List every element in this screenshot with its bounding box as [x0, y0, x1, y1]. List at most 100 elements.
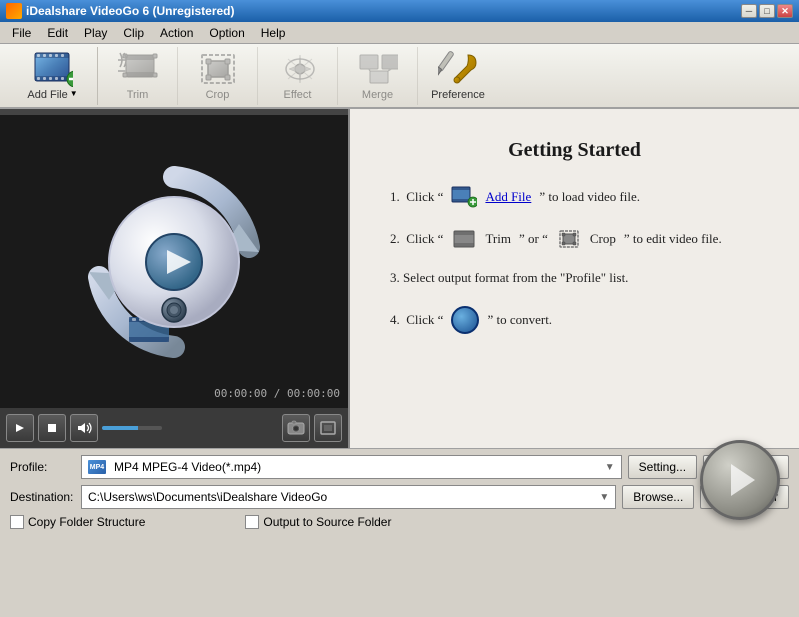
- getting-started-panel: Getting Started 1. Click “ Add File ”: [350, 109, 799, 448]
- profile-label: Profile:: [10, 460, 75, 474]
- time-display: 00:00:00 / 00:00:00: [214, 387, 340, 400]
- preference-icon: [438, 51, 478, 87]
- mp4-icon: MP4: [88, 460, 106, 474]
- step2-text-pre: 2. Click “: [390, 231, 443, 247]
- crop-label: Crop: [206, 89, 230, 101]
- fullscreen-button[interactable]: [314, 414, 342, 442]
- menu-action[interactable]: Action: [152, 24, 201, 42]
- checkboxes-row: Copy Folder Structure Output to Source F…: [10, 515, 789, 529]
- preference-icon-area: [438, 51, 478, 87]
- effect-icon-area: [278, 51, 318, 87]
- snapshot-button[interactable]: [282, 414, 310, 442]
- profile-row: Profile: MP4 MP4 MPEG-4 Video(*.mp4) ▼ S…: [10, 455, 789, 479]
- maximize-button[interactable]: □: [759, 4, 775, 18]
- minimize-button[interactable]: ─: [741, 4, 757, 18]
- toolbar: Add File ▼: [0, 44, 799, 109]
- close-button[interactable]: ✕: [777, 4, 793, 18]
- copy-folder-checkbox-item: Copy Folder Structure: [10, 515, 145, 529]
- controls-bar: [0, 408, 348, 448]
- profile-value: MP4 MPEG-4 Video(*.mp4): [114, 460, 261, 474]
- play-button[interactable]: [6, 414, 34, 442]
- step4-text-pre: 4. Click “: [390, 312, 443, 328]
- step2-crop-icon: [556, 228, 582, 250]
- effect-label: Effect: [284, 89, 312, 101]
- step2-trim-icon: [451, 228, 477, 250]
- step3-text: 3. Select output format from the "Profil…: [390, 270, 628, 286]
- video-preview: 00:00:00 / 00:00:00: [0, 109, 350, 448]
- output-to-source-label: Output to Source Folder: [263, 515, 391, 529]
- step1-add-file-link[interactable]: Add File: [485, 189, 531, 205]
- browse-button[interactable]: Browse...: [622, 485, 694, 509]
- step1-text-post: ” to load video file.: [539, 189, 640, 205]
- bottom-wrapper: Profile: MP4 MP4 MPEG-4 Video(*.mp4) ▼ S…: [0, 449, 799, 535]
- trim-small-icon: [452, 229, 476, 249]
- merge-label: Merge: [362, 89, 393, 101]
- menu-help[interactable]: Help: [253, 24, 294, 42]
- profile-dropdown-arrow-icon: ▼: [605, 462, 615, 473]
- menu-play[interactable]: Play: [76, 24, 115, 42]
- output-to-source-checkbox[interactable]: [245, 515, 259, 529]
- add-file-icon: [33, 51, 73, 87]
- preference-button[interactable]: Preference: [418, 47, 498, 105]
- step-3: 3. Select output format from the "Profil…: [390, 270, 759, 286]
- merge-button[interactable]: Merge: [338, 47, 418, 105]
- preference-label: Preference: [431, 89, 485, 101]
- play-icon: [14, 422, 26, 434]
- step-4: 4. Click “ ” to convert.: [390, 306, 759, 334]
- title-bar-left: iDealshare VideoGo 6 (Unregistered): [6, 3, 235, 19]
- stop-button[interactable]: [38, 414, 66, 442]
- menu-clip[interactable]: Clip: [115, 24, 152, 42]
- step-2: 2. Click “ Trim ” or “: [390, 228, 759, 250]
- snapshot-icon: [287, 420, 305, 436]
- copy-folder-checkbox[interactable]: [10, 515, 24, 529]
- profile-select[interactable]: MP4 MP4 MPEG-4 Video(*.mp4) ▼: [81, 455, 622, 479]
- step1-icon: [451, 186, 477, 208]
- title-bar-controls: ─ □ ✕: [741, 4, 793, 18]
- fullscreen-icon: [320, 421, 336, 435]
- crop-icon-area: [198, 51, 238, 87]
- volume-button[interactable]: [70, 414, 98, 442]
- step2-mid-text: ” or “: [519, 231, 548, 247]
- menu-file[interactable]: File: [4, 24, 39, 42]
- getting-started-title: Getting Started: [390, 139, 759, 162]
- trim-icon-area: [118, 51, 158, 87]
- crop-button[interactable]: Crop: [178, 47, 258, 105]
- app-logo: [74, 162, 274, 362]
- window-title: iDealshare VideoGo 6 (Unregistered): [26, 4, 235, 18]
- step4-text-post: ” to convert.: [487, 312, 552, 328]
- app-icon: [6, 3, 22, 19]
- step1-text-pre: 1. Click “: [390, 189, 443, 205]
- menu-edit[interactable]: Edit: [39, 24, 76, 42]
- menu-bar: File Edit Play Clip Action Option Help: [0, 22, 799, 44]
- step-1: 1. Click “ Add File ” to load video file…: [390, 186, 759, 208]
- convert-small-icon: [451, 306, 479, 334]
- main-area: 00:00:00 / 00:00:00: [0, 109, 799, 449]
- merge-icon: [358, 51, 398, 87]
- destination-value: C:\Users\ws\Documents\iDealshare VideoGo: [88, 490, 327, 504]
- crop-small-icon: [558, 229, 580, 249]
- convert-button[interactable]: [700, 440, 780, 520]
- convert-button-area: [695, 425, 785, 535]
- trim-button[interactable]: Trim: [98, 47, 178, 105]
- add-file-button[interactable]: Add File ▼: [8, 47, 98, 105]
- step2-crop-text: Crop: [590, 231, 616, 247]
- volume-slider[interactable]: [102, 426, 162, 430]
- add-file-icon-area: [33, 51, 73, 87]
- destination-row: Destination: C:\Users\ws\Documents\iDeal…: [10, 485, 789, 509]
- effect-button[interactable]: Effect: [258, 47, 338, 105]
- trim-icon: [118, 51, 158, 87]
- output-to-source-checkbox-item: Output to Source Folder: [245, 515, 391, 529]
- add-file-arrow-icon: ▼: [70, 89, 78, 98]
- video-canvas: 00:00:00 / 00:00:00: [0, 115, 348, 408]
- setting-button[interactable]: Setting...: [628, 455, 697, 479]
- copy-folder-label: Copy Folder Structure: [28, 515, 145, 529]
- menu-option[interactable]: Option: [201, 24, 252, 42]
- effect-icon: [278, 51, 318, 87]
- add-file-label: Add File: [27, 89, 67, 101]
- crop-icon: [198, 51, 238, 87]
- destination-input[interactable]: C:\Users\ws\Documents\iDealshare VideoGo…: [81, 485, 616, 509]
- title-bar: iDealshare VideoGo 6 (Unregistered) ─ □ …: [0, 0, 799, 22]
- step2-trim-text: Trim: [485, 231, 511, 247]
- getting-started-steps: 1. Click “ Add File ” to load video file…: [390, 186, 759, 334]
- stop-icon: [47, 423, 57, 433]
